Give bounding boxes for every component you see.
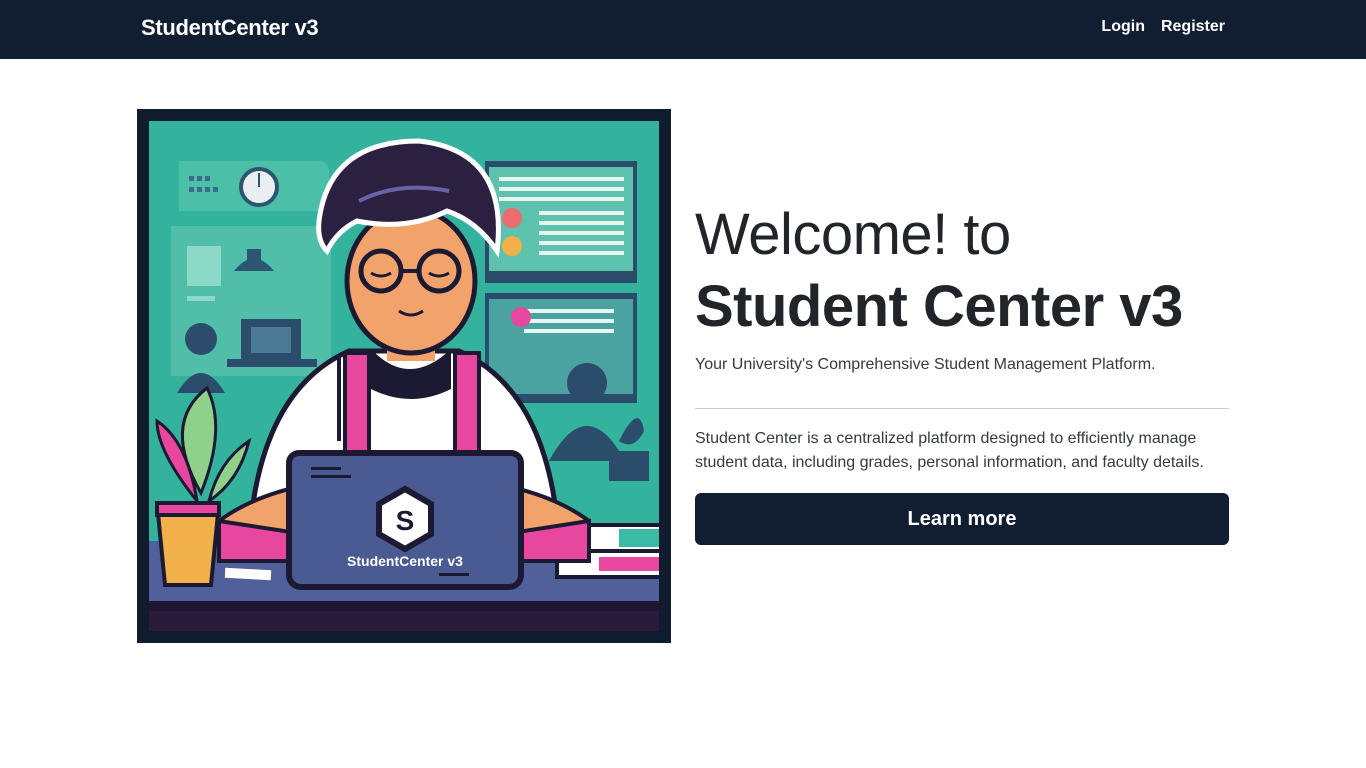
login-link[interactable]: Login	[1101, 18, 1145, 36]
divider	[695, 408, 1229, 409]
hero-illustration: S StudentCenter v3	[137, 109, 671, 643]
learn-more-button[interactable]: Learn more	[695, 493, 1229, 545]
register-link[interactable]: Register	[1161, 18, 1225, 36]
laptop-logo-letter: S	[396, 505, 415, 536]
hero-text: Welcome! to Student Center v3 Your Unive…	[695, 200, 1229, 545]
welcome-heading: Welcome! to	[695, 202, 1011, 267]
page-title: Student Center v3	[695, 274, 1183, 339]
brand-logo-link[interactable]: StudentCenter v3	[141, 15, 319, 41]
top-navbar: StudentCenter v3 Login Register	[0, 0, 1366, 59]
nav-links: Login Register	[1101, 18, 1225, 36]
laptop-label: StudentCenter v3	[347, 553, 463, 569]
student-laptop-illustration: S StudentCenter v3	[149, 121, 659, 631]
description: Student Center is a centralized platform…	[695, 430, 1204, 471]
tagline: Your University's Comprehensive Student …	[695, 356, 1156, 373]
